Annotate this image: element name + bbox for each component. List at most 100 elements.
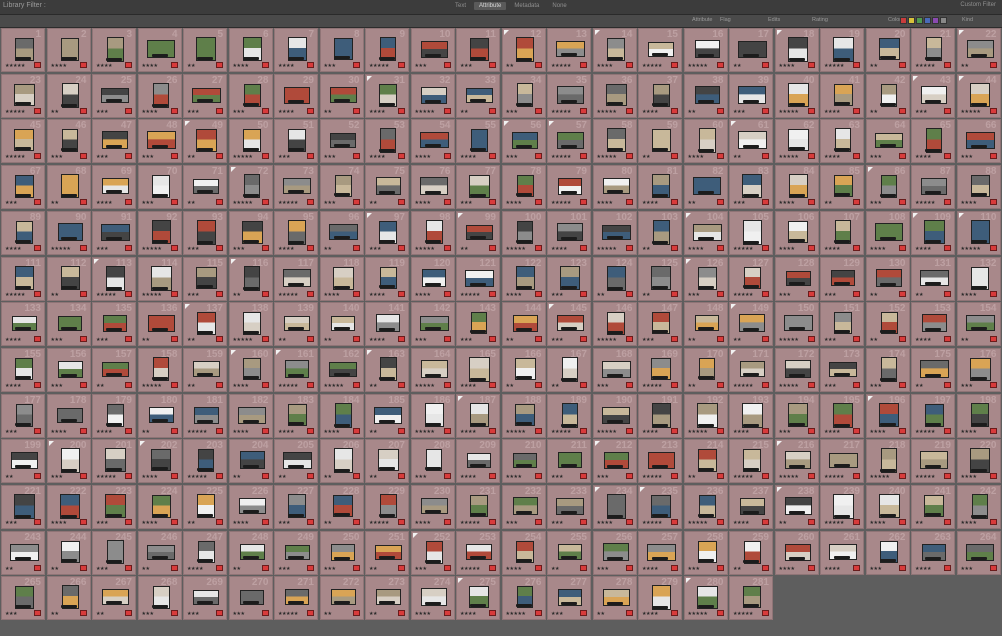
photo-cell[interactable]: 26 ★★★★ <box>137 73 182 118</box>
photo-cell[interactable]: 156 ★★★ <box>46 347 91 392</box>
star-rating[interactable]: ★★★★★ <box>688 429 708 435</box>
star-rating[interactable]: ★★★★ <box>506 475 522 480</box>
color-label-red[interactable] <box>625 290 633 297</box>
star-rating[interactable]: ★★★ <box>233 109 245 115</box>
star-rating[interactable]: ★★★★ <box>142 109 158 115</box>
color-label-red[interactable] <box>170 336 178 343</box>
color-label-red[interactable] <box>807 473 815 480</box>
color-label-red[interactable] <box>534 336 542 343</box>
star-rating[interactable]: ★★★ <box>233 246 245 252</box>
star-rating[interactable]: ★★★★ <box>96 201 112 206</box>
star-rating[interactable]: ★★★ <box>415 475 427 480</box>
pick-flag-icon[interactable] <box>549 121 554 127</box>
star-rating[interactable]: ★★★★ <box>96 429 112 435</box>
star-rating[interactable]: ★★★★ <box>733 521 749 526</box>
color-swatch-red[interactable] <box>900 17 907 24</box>
star-rating[interactable]: ★★ <box>233 566 241 572</box>
color-label-red[interactable] <box>534 62 542 68</box>
star-rating[interactable]: ★★★ <box>733 109 745 115</box>
star-rating[interactable]: ★★★★ <box>415 155 431 160</box>
star-rating[interactable]: ★★★ <box>96 109 108 115</box>
photo-cell[interactable]: 40 ★★★★★ <box>774 73 819 118</box>
color-label-red[interactable] <box>216 62 223 68</box>
star-rating[interactable]: ★★ <box>824 201 832 206</box>
color-label-red[interactable] <box>534 564 542 571</box>
photo-cell[interactable]: 236 ★★★★★ <box>683 485 728 529</box>
photo-cell[interactable]: 190 ★★★★★ <box>592 393 637 438</box>
star-rating[interactable]: ★★ <box>369 201 377 206</box>
photo-cell[interactable]: 44 ★★★★★ <box>956 73 1001 118</box>
star-rating[interactable]: ★★ <box>688 109 696 115</box>
photo-cell[interactable]: 138 ★★★★★ <box>228 302 273 347</box>
color-label-red[interactable] <box>307 519 314 525</box>
color-label-red[interactable] <box>671 153 678 160</box>
photo-cell[interactable]: 61 ★★ <box>729 119 773 164</box>
color-label-red[interactable] <box>989 564 997 571</box>
photo-cell[interactable]: 153 ★★★★ <box>911 302 955 347</box>
star-rating[interactable]: ★★★★ <box>51 521 67 526</box>
photo-cell[interactable]: 68 ★★ <box>46 165 91 210</box>
color-label-red[interactable] <box>580 336 587 343</box>
color-label-red[interactable] <box>625 473 633 480</box>
star-rating[interactable]: ★★★★★ <box>551 64 571 69</box>
color-label-red[interactable] <box>216 519 223 525</box>
color-label-red[interactable] <box>352 564 360 571</box>
photo-cell[interactable]: 260 ★★★★ <box>774 530 819 575</box>
color-label-red[interactable] <box>989 107 997 114</box>
photo-cell[interactable]: 7 ★★★★ <box>274 28 318 72</box>
color-label-red[interactable] <box>352 336 360 343</box>
photo-cell[interactable]: 160 ★★★★ <box>228 347 273 392</box>
color-label-red[interactable] <box>170 564 178 571</box>
star-rating[interactable]: ★★★★ <box>142 475 158 480</box>
photo-cell[interactable]: 85 ★★ <box>820 165 864 210</box>
color-label-red[interactable] <box>716 290 724 297</box>
photo-cell[interactable]: 276 ★★★★★ <box>501 576 546 621</box>
star-rating[interactable]: ★★ <box>324 475 332 480</box>
star-rating[interactable]: ★★★ <box>460 64 472 69</box>
star-rating[interactable]: ★★★ <box>187 612 199 617</box>
photo-cell[interactable]: 123 ★★★ <box>547 256 591 301</box>
color-label-red[interactable] <box>853 244 860 251</box>
photo-cell[interactable]: 124 ★★ <box>592 256 637 301</box>
star-rating[interactable]: ★★ <box>870 338 878 343</box>
photo-cell[interactable]: 31 ★★★★ <box>365 73 409 118</box>
color-label-red[interactable] <box>79 199 87 206</box>
color-label-red[interactable] <box>216 564 223 571</box>
photo-cell[interactable]: 97 ★★★ <box>365 210 409 255</box>
color-label-red[interactable] <box>170 610 178 617</box>
kind-filter[interactable]: Kind <box>962 17 973 23</box>
color-label-red[interactable] <box>580 610 587 617</box>
star-rating[interactable]: ★★ <box>278 338 286 343</box>
photo-cell[interactable]: 184 ★★★★ <box>319 393 364 438</box>
photo-cell[interactable]: 99 ★★ <box>456 210 500 255</box>
photo-cell[interactable]: 169 ★★★★★ <box>638 347 682 392</box>
color-label-red[interactable] <box>398 199 405 206</box>
star-rating[interactable]: ★★★★ <box>824 246 840 252</box>
color-label-red[interactable] <box>307 153 314 160</box>
photo-cell[interactable]: 165 ★★★★ <box>456 347 500 392</box>
color-label-red[interactable] <box>125 381 132 388</box>
color-label-red[interactable] <box>307 564 314 571</box>
color-label-red[interactable] <box>125 519 132 525</box>
star-rating[interactable]: ★★★★ <box>961 521 977 526</box>
photo-cell[interactable]: 98 ★★★★★ <box>410 210 455 255</box>
photo-cell[interactable]: 202 ★★★★ <box>137 439 182 484</box>
star-rating[interactable]: ★★★★ <box>642 566 658 572</box>
pick-flag-icon[interactable] <box>640 487 645 492</box>
photo-cell[interactable]: 149 ★★ <box>729 302 773 347</box>
color-label-red[interactable] <box>79 62 87 68</box>
color-label-red[interactable] <box>898 290 906 297</box>
photo-cell[interactable]: 159 ★★ <box>183 347 227 392</box>
photo-cell[interactable]: 209 ★★★★ <box>456 439 500 484</box>
color-label-red[interactable] <box>170 244 178 251</box>
star-rating[interactable]: ★★★ <box>733 201 745 206</box>
star-rating[interactable]: ★★★★ <box>233 521 249 526</box>
photo-cell[interactable]: 229 ★★★★★ <box>365 485 409 529</box>
color-label-red[interactable] <box>489 290 496 297</box>
photo-cell[interactable]: 141 ★★★★ <box>365 302 409 347</box>
photo-cell[interactable]: 263 ★★★★ <box>911 530 955 575</box>
photo-cell[interactable]: 39 ★★★ <box>729 73 773 118</box>
star-rating[interactable]: ★★ <box>733 566 741 572</box>
color-label-red[interactable] <box>625 336 633 343</box>
star-rating[interactable]: ★★ <box>187 64 195 69</box>
